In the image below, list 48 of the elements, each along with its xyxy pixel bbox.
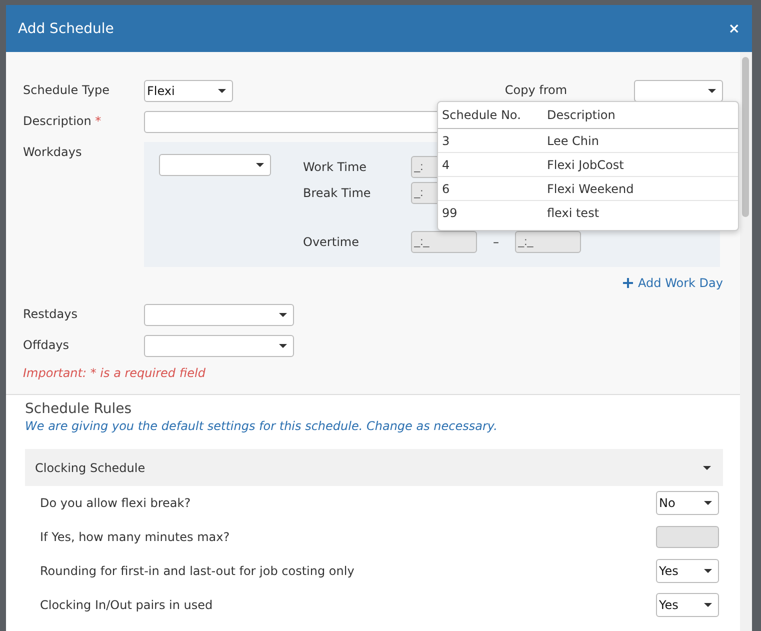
section-title: Schedule Rules	[25, 401, 133, 417]
schedule-option[interactable]: 4 Flexi JobCost	[438, 153, 738, 177]
scrollbar[interactable]	[740, 52, 752, 631]
field-label: Schedule Type	[23, 82, 111, 97]
rule-label: Rounding for first-in and last-out for job costing only	[40, 564, 354, 578]
caret-icon	[708, 89, 716, 93]
field-label: Description *	[23, 113, 102, 128]
schedule-option[interactable]: 99 flexi test	[438, 201, 738, 224]
caret-icon	[703, 466, 711, 470]
column-header: Description	[546, 108, 616, 122]
restdays-select[interactable]	[144, 304, 294, 326]
time-label: Break Time	[303, 186, 372, 200]
plus-icon	[623, 278, 634, 288]
caret-icon	[218, 89, 226, 93]
schedule-type-select[interactable]: Flexi	[144, 80, 233, 102]
time-label: Overtime	[303, 234, 360, 249]
schedule-option[interactable]: 3 Lee Chin	[438, 129, 738, 153]
field-label: Offdays	[23, 337, 70, 352]
copy-from-select[interactable]	[634, 80, 723, 102]
add-work-day-link[interactable]: Add Work Day	[623, 276, 723, 290]
rule-select[interactable]: Yes	[656, 559, 719, 583]
section-subtitle: We are giving you the default settings for this schedule. Change as necessary.	[25, 419, 498, 433]
field-label: Restdays	[23, 306, 78, 321]
clocking-schedule-header[interactable]: Clocking Schedule	[25, 449, 723, 486]
rule-label: If Yes, how many minutes max?	[40, 530, 230, 544]
field-label: Copy from	[504, 82, 568, 97]
caret-icon	[704, 603, 712, 607]
rule-label: Clocking In/Out pairs in used	[40, 598, 213, 612]
caret-icon	[279, 344, 287, 348]
time-label: Work Time	[303, 160, 368, 174]
rule-select[interactable]: Yes	[656, 593, 719, 617]
rule-select[interactable]: No	[656, 491, 719, 515]
range-dash: –	[492, 234, 500, 249]
required-note: Important: * is a required field	[23, 366, 206, 380]
caret-icon	[704, 569, 712, 573]
time-input[interactable]: _:_	[411, 230, 477, 253]
caret-icon	[704, 501, 712, 505]
time-input[interactable]: _:_	[515, 230, 581, 253]
column-header: Schedule No.	[441, 108, 522, 122]
close-button[interactable]: ×	[728, 20, 740, 36]
caret-icon	[256, 163, 264, 167]
window-title: Add Schedule	[18, 20, 114, 36]
offdays-select[interactable]	[144, 335, 294, 357]
rule-label: Do you allow flexi break?	[40, 496, 191, 510]
field-label: Workdays	[23, 144, 83, 159]
schedule-option[interactable]: 6 Flexi Weekend	[438, 177, 738, 201]
caret-icon	[279, 313, 287, 317]
workday-select[interactable]	[159, 154, 271, 176]
